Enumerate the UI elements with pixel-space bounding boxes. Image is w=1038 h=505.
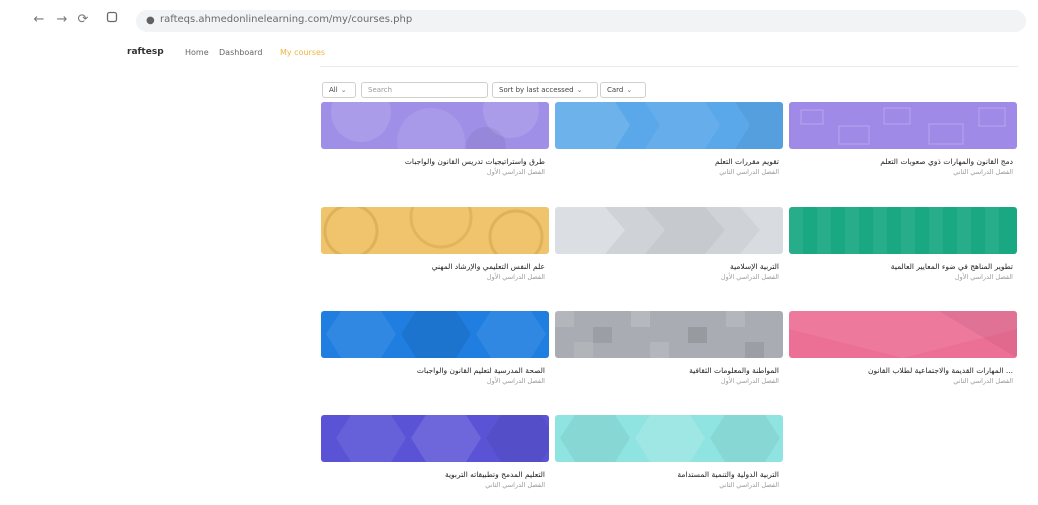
course-category: الفصل الدراسي الأول <box>720 273 779 281</box>
course-title[interactable]: ... المهارات القديمة والاجتماعية لطلاب ا… <box>868 366 1013 375</box>
address-bar[interactable]: ● rafteqs.ahmedonlinelearning.com/my/cou… <box>136 10 1026 32</box>
course-card[interactable]: علم النفس التعليمي والإرشاد المهني الفصل… <box>321 207 549 297</box>
course-card[interactable]: تقويم مقررات التعلم الفصل الدراسي الثاني <box>555 102 783 192</box>
course-image <box>555 415 783 462</box>
course-title[interactable]: التعليم المدمج وتطبيقاته التربوية <box>445 470 545 479</box>
sort-label: Sort by last accessed <box>499 86 574 94</box>
course-category: الفصل الدراسي الأول <box>954 273 1013 281</box>
course-title[interactable]: المواطنة والمعلومات الثقافية <box>689 366 779 375</box>
url-text: rafteqs.ahmedonlinelearning.com/my/cours… <box>160 14 413 25</box>
nav-divider <box>320 66 1018 67</box>
chevron-down-icon: ⌄ <box>576 86 583 94</box>
filter-select[interactable]: All ⌄ <box>322 82 356 98</box>
filter-label: All <box>329 86 338 94</box>
course-card[interactable]: التعليم المدمج وتطبيقاته التربوية الفصل … <box>321 415 549 505</box>
course-card[interactable]: التربية الإسلامية الفصل الدراسي الأول <box>555 207 783 297</box>
back-arrow-icon[interactable]: ← <box>30 11 48 29</box>
course-category: الفصل الدراسي الثاني <box>719 168 779 176</box>
course-card[interactable]: التربية الدولية والتنمية المستدامة الفصل… <box>555 415 783 505</box>
course-image <box>555 207 783 254</box>
lock-icon: ● <box>146 15 155 26</box>
course-image <box>321 207 549 254</box>
course-title[interactable]: طرق واستراتيجيات تدريس القانون والواجبات <box>405 157 545 166</box>
course-card[interactable]: دمج القانون والمهارات ذوي صعوبات التعلم … <box>789 102 1017 192</box>
course-category: الفصل الدراسي الأول <box>486 377 545 385</box>
view-select[interactable]: Card ⌄ <box>600 82 646 98</box>
course-category: الفصل الدراسي الأول <box>486 168 545 176</box>
search-placeholder: Search <box>368 86 393 94</box>
course-image <box>555 311 783 358</box>
forward-arrow-icon[interactable]: → <box>53 11 71 29</box>
course-image <box>789 207 1017 254</box>
nav-home[interactable]: Home <box>185 48 209 57</box>
course-category: الفصل الدراسي الأول <box>720 377 779 385</box>
reload-icon[interactable]: ⟳ <box>74 11 92 29</box>
course-card[interactable]: الصحة المدرسية لتعليم القانون والواجبات … <box>321 311 549 401</box>
course-title[interactable]: دمج القانون والمهارات ذوي صعوبات التعلم <box>880 157 1013 166</box>
site-brand[interactable]: raftesp <box>127 47 164 57</box>
browser-toolbar: ← → ⟳ ● rafteqs.ahmedonlinelearning.com/… <box>0 0 1038 40</box>
course-category: الفصل الدراسي الأول <box>486 273 545 281</box>
sort-select[interactable]: Sort by last accessed ⌄ <box>492 82 598 98</box>
nav-dashboard[interactable]: Dashboard <box>219 48 262 57</box>
tab-icon[interactable] <box>103 11 121 29</box>
search-input[interactable]: Search <box>361 82 488 98</box>
course-card[interactable]: تطوير المناهج في ضوء المعايير العالمية ا… <box>789 207 1017 297</box>
course-image <box>555 102 783 149</box>
course-card[interactable]: ... المهارات القديمة والاجتماعية لطلاب ا… <box>789 311 1017 401</box>
course-card[interactable]: المواطنة والمعلومات الثقافية الفصل الدرا… <box>555 311 783 401</box>
course-title[interactable]: الصحة المدرسية لتعليم القانون والواجبات <box>417 366 545 375</box>
course-category: الفصل الدراسي الثاني <box>719 481 779 489</box>
course-image <box>789 311 1017 358</box>
course-card[interactable]: طرق واستراتيجيات تدريس القانون والواجبات… <box>321 102 549 192</box>
course-title[interactable]: علم النفس التعليمي والإرشاد المهني <box>432 262 545 271</box>
course-image <box>789 102 1017 149</box>
chevron-down-icon: ⌄ <box>626 86 633 94</box>
course-title[interactable]: التربية الإسلامية <box>730 262 779 271</box>
course-category: الفصل الدراسي الثاني <box>485 481 545 489</box>
nav-my-courses[interactable]: My courses <box>280 48 325 57</box>
course-category: الفصل الدراسي الثاني <box>953 377 1013 385</box>
site-navbar: raftesp Home Dashboard My courses <box>0 40 1038 66</box>
course-title[interactable]: تطوير المناهج في ضوء المعايير العالمية <box>891 262 1013 271</box>
course-image <box>321 311 549 358</box>
view-label: Card <box>607 86 624 94</box>
course-category: الفصل الدراسي الثاني <box>953 168 1013 176</box>
course-image <box>321 102 549 149</box>
course-image <box>321 415 549 462</box>
chevron-down-icon: ⌄ <box>340 86 347 94</box>
course-title[interactable]: التربية الدولية والتنمية المستدامة <box>677 470 779 479</box>
course-title[interactable]: تقويم مقررات التعلم <box>715 157 779 166</box>
